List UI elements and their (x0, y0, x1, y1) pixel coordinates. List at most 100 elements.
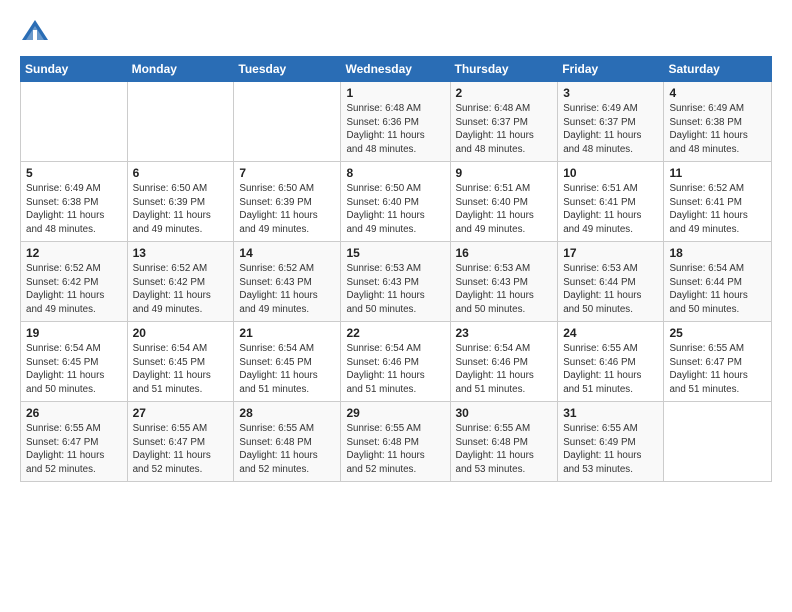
day-info: Sunrise: 6:50 AM Sunset: 6:39 PM Dayligh… (239, 182, 335, 237)
calendar-week-row: 12 Sunrise: 6:52 AM Sunset: 6:42 PM Dayli… (21, 242, 772, 322)
calendar-header-day: Tuesday (234, 57, 341, 82)
day-info: Sunrise: 6:50 AM Sunset: 6:40 PM Dayligh… (346, 182, 444, 237)
day-number: 16 (456, 246, 553, 260)
day-number: 10 (563, 166, 658, 180)
calendar-cell: 8 Sunrise: 6:50 AM Sunset: 6:40 PM Daylig… (341, 162, 450, 242)
day-number: 30 (456, 406, 553, 420)
calendar-cell: 19 Sunrise: 6:54 AM Sunset: 6:45 PM Dayli… (21, 322, 128, 402)
calendar-cell: 10 Sunrise: 6:51 AM Sunset: 6:41 PM Dayli… (558, 162, 664, 242)
day-info: Sunrise: 6:55 AM Sunset: 6:49 PM Dayligh… (563, 422, 658, 477)
day-number: 12 (26, 246, 122, 260)
day-number: 22 (346, 326, 444, 340)
day-info: Sunrise: 6:53 AM Sunset: 6:43 PM Dayligh… (456, 262, 553, 317)
day-info: Sunrise: 6:54 AM Sunset: 6:45 PM Dayligh… (239, 342, 335, 397)
calendar-cell (21, 82, 128, 162)
day-number: 3 (563, 86, 658, 100)
calendar-cell (234, 82, 341, 162)
day-number: 28 (239, 406, 335, 420)
day-info: Sunrise: 6:55 AM Sunset: 6:46 PM Dayligh… (563, 342, 658, 397)
calendar-cell: 26 Sunrise: 6:55 AM Sunset: 6:47 PM Dayli… (21, 402, 128, 482)
calendar-cell: 9 Sunrise: 6:51 AM Sunset: 6:40 PM Daylig… (450, 162, 558, 242)
calendar-cell: 20 Sunrise: 6:54 AM Sunset: 6:45 PM Dayli… (127, 322, 234, 402)
day-number: 7 (239, 166, 335, 180)
page: SundayMondayTuesdayWednesdayThursdayFrid… (0, 0, 792, 612)
day-number: 17 (563, 246, 658, 260)
day-info: Sunrise: 6:55 AM Sunset: 6:48 PM Dayligh… (239, 422, 335, 477)
day-info: Sunrise: 6:55 AM Sunset: 6:48 PM Dayligh… (456, 422, 553, 477)
calendar-header-day: Wednesday (341, 57, 450, 82)
calendar-header-day: Thursday (450, 57, 558, 82)
day-info: Sunrise: 6:55 AM Sunset: 6:47 PM Dayligh… (26, 422, 122, 477)
calendar-cell: 29 Sunrise: 6:55 AM Sunset: 6:48 PM Dayli… (341, 402, 450, 482)
day-info: Sunrise: 6:54 AM Sunset: 6:45 PM Dayligh… (26, 342, 122, 397)
calendar-cell: 7 Sunrise: 6:50 AM Sunset: 6:39 PM Daylig… (234, 162, 341, 242)
day-number: 19 (26, 326, 122, 340)
day-number: 26 (26, 406, 122, 420)
day-number: 15 (346, 246, 444, 260)
calendar-cell: 2 Sunrise: 6:48 AM Sunset: 6:37 PM Daylig… (450, 82, 558, 162)
calendar-cell: 12 Sunrise: 6:52 AM Sunset: 6:42 PM Dayli… (21, 242, 128, 322)
day-number: 8 (346, 166, 444, 180)
calendar-cell: 16 Sunrise: 6:53 AM Sunset: 6:43 PM Dayli… (450, 242, 558, 322)
day-info: Sunrise: 6:49 AM Sunset: 6:38 PM Dayligh… (669, 102, 766, 157)
calendar-cell: 15 Sunrise: 6:53 AM Sunset: 6:43 PM Dayli… (341, 242, 450, 322)
calendar-week-row: 5 Sunrise: 6:49 AM Sunset: 6:38 PM Daylig… (21, 162, 772, 242)
logo-icon (20, 16, 50, 46)
day-number: 23 (456, 326, 553, 340)
day-info: Sunrise: 6:52 AM Sunset: 6:41 PM Dayligh… (669, 182, 766, 237)
day-info: Sunrise: 6:54 AM Sunset: 6:46 PM Dayligh… (346, 342, 444, 397)
day-info: Sunrise: 6:55 AM Sunset: 6:48 PM Dayligh… (346, 422, 444, 477)
day-number: 21 (239, 326, 335, 340)
day-number: 25 (669, 326, 766, 340)
calendar-cell: 30 Sunrise: 6:55 AM Sunset: 6:48 PM Dayli… (450, 402, 558, 482)
calendar-table: SundayMondayTuesdayWednesdayThursdayFrid… (20, 56, 772, 482)
day-info: Sunrise: 6:54 AM Sunset: 6:44 PM Dayligh… (669, 262, 766, 317)
calendar-cell: 24 Sunrise: 6:55 AM Sunset: 6:46 PM Dayli… (558, 322, 664, 402)
day-info: Sunrise: 6:49 AM Sunset: 6:37 PM Dayligh… (563, 102, 658, 157)
day-info: Sunrise: 6:49 AM Sunset: 6:38 PM Dayligh… (26, 182, 122, 237)
calendar-cell: 18Sunrise: 6:54 AM Sunset: 6:44 PM Dayli… (664, 242, 772, 322)
day-number: 27 (133, 406, 229, 420)
day-info: Sunrise: 6:54 AM Sunset: 6:45 PM Dayligh… (133, 342, 229, 397)
day-number: 24 (563, 326, 658, 340)
header (20, 16, 772, 46)
day-number: 31 (563, 406, 658, 420)
day-info: Sunrise: 6:50 AM Sunset: 6:39 PM Dayligh… (133, 182, 229, 237)
day-info: Sunrise: 6:53 AM Sunset: 6:44 PM Dayligh… (563, 262, 658, 317)
day-number: 20 (133, 326, 229, 340)
day-number: 13 (133, 246, 229, 260)
day-info: Sunrise: 6:52 AM Sunset: 6:43 PM Dayligh… (239, 262, 335, 317)
day-number: 29 (346, 406, 444, 420)
day-number: 5 (26, 166, 122, 180)
calendar-header-day: Saturday (664, 57, 772, 82)
day-info: Sunrise: 6:51 AM Sunset: 6:41 PM Dayligh… (563, 182, 658, 237)
day-info: Sunrise: 6:53 AM Sunset: 6:43 PM Dayligh… (346, 262, 444, 317)
calendar-cell: 6Sunrise: 6:50 AM Sunset: 6:39 PM Daylig… (127, 162, 234, 242)
calendar-cell: 23 Sunrise: 6:54 AM Sunset: 6:46 PM Dayli… (450, 322, 558, 402)
day-number: 11 (669, 166, 766, 180)
calendar-week-row: 26 Sunrise: 6:55 AM Sunset: 6:47 PM Dayli… (21, 402, 772, 482)
calendar-cell: 11 Sunrise: 6:52 AM Sunset: 6:41 PM Dayli… (664, 162, 772, 242)
calendar-cell (127, 82, 234, 162)
day-number: 9 (456, 166, 553, 180)
day-info: Sunrise: 6:52 AM Sunset: 6:42 PM Dayligh… (133, 262, 229, 317)
day-info: Sunrise: 6:51 AM Sunset: 6:40 PM Dayligh… (456, 182, 553, 237)
day-number: 2 (456, 86, 553, 100)
day-info: Sunrise: 6:52 AM Sunset: 6:42 PM Dayligh… (26, 262, 122, 317)
day-info: Sunrise: 6:48 AM Sunset: 6:37 PM Dayligh… (456, 102, 553, 157)
calendar-header-day: Sunday (21, 57, 128, 82)
calendar-week-row: 19 Sunrise: 6:54 AM Sunset: 6:45 PM Dayli… (21, 322, 772, 402)
calendar-cell: 13 Sunrise: 6:52 AM Sunset: 6:42 PM Dayli… (127, 242, 234, 322)
calendar-cell: 21 Sunrise: 6:54 AM Sunset: 6:45 PM Dayli… (234, 322, 341, 402)
calendar-header-day: Monday (127, 57, 234, 82)
day-number: 1 (346, 86, 444, 100)
calendar-cell: 31 Sunrise: 6:55 AM Sunset: 6:49 PM Dayli… (558, 402, 664, 482)
day-info: Sunrise: 6:55 AM Sunset: 6:47 PM Dayligh… (669, 342, 766, 397)
calendar-cell: 14Sunrise: 6:52 AM Sunset: 6:43 PM Dayli… (234, 242, 341, 322)
calendar-cell: 5 Sunrise: 6:49 AM Sunset: 6:38 PM Daylig… (21, 162, 128, 242)
calendar-cell: 22 Sunrise: 6:54 AM Sunset: 6:46 PM Dayli… (341, 322, 450, 402)
day-info: Sunrise: 6:54 AM Sunset: 6:46 PM Dayligh… (456, 342, 553, 397)
calendar-header-day: Friday (558, 57, 664, 82)
calendar-cell: 3 Sunrise: 6:49 AM Sunset: 6:37 PM Daylig… (558, 82, 664, 162)
calendar-cell: 4Sunrise: 6:49 AM Sunset: 6:38 PM Daylig… (664, 82, 772, 162)
